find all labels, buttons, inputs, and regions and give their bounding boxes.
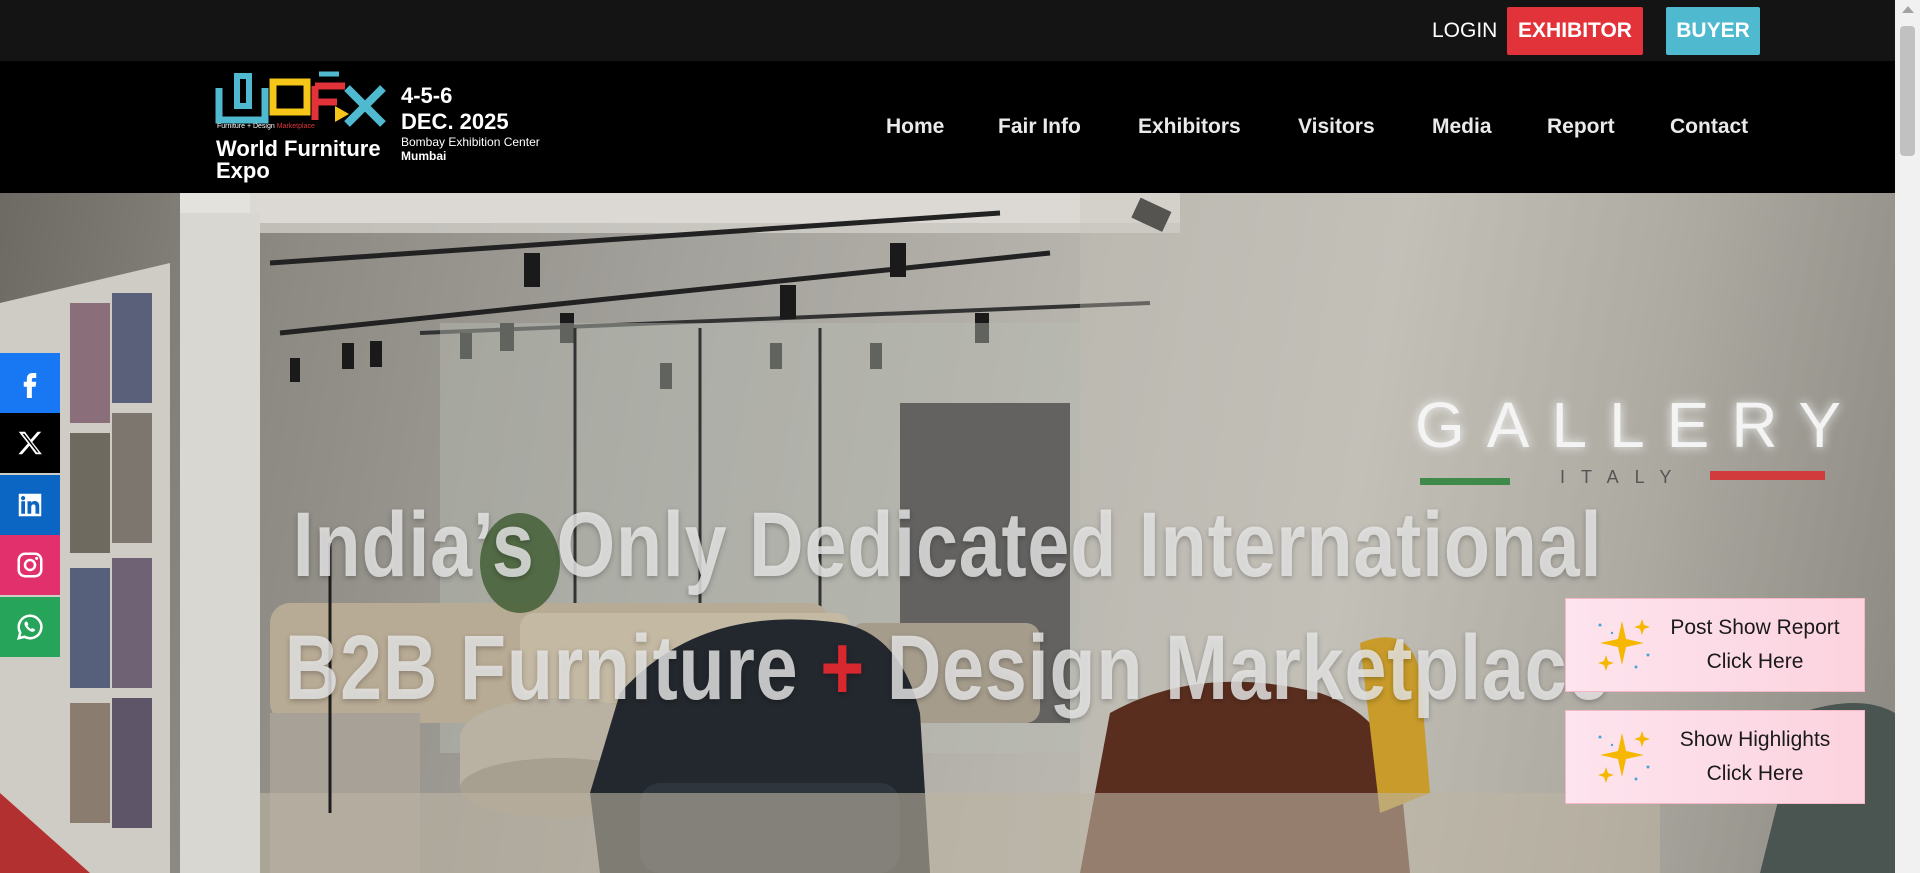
facebook-icon xyxy=(23,373,37,398)
x-share-button[interactable] xyxy=(0,413,60,473)
exhibitor-button[interactable]: EXHIBITOR xyxy=(1507,7,1643,55)
show-highlights-cta: Click Here xyxy=(1706,762,1804,785)
sparkles-icon xyxy=(1598,731,1650,783)
top-utility-bar: LOGIN EXHIBITOR BUYER xyxy=(0,0,1895,61)
sparkles-icon xyxy=(1598,619,1650,671)
whatsapp-icon xyxy=(16,614,43,641)
nav-item-media[interactable]: Media xyxy=(1432,112,1492,142)
nav-item-report[interactable]: Report xyxy=(1547,112,1615,142)
gallery-italy-subtext: ITALY xyxy=(1560,467,1688,487)
event-dates: 4-5-6 xyxy=(401,83,453,108)
hero-line2-part-b: Design Marketplace xyxy=(886,617,1611,719)
main-nav: Home Fair Info Exhibitors Visitors Media… xyxy=(0,112,1895,142)
hero-headline-line1: India’s Only Dedicated International xyxy=(292,494,1603,596)
brand-name: World Furniture Expo xyxy=(216,136,381,183)
event-city: Mumbai xyxy=(401,149,447,163)
whatsapp-share-button[interactable] xyxy=(0,597,60,657)
buyer-button[interactable]: BUYER xyxy=(1666,7,1760,55)
post-show-report-cta: Click Here xyxy=(1706,650,1804,673)
login-link[interactable]: LOGIN xyxy=(1432,17,1497,45)
nav-item-exhibitors[interactable]: Exhibitors xyxy=(1138,112,1241,142)
nav-item-home[interactable]: Home xyxy=(886,112,944,142)
linkedin-icon xyxy=(18,493,42,517)
nav-item-contact[interactable]: Contact xyxy=(1670,112,1748,142)
nav-item-visitors[interactable]: Visitors xyxy=(1298,112,1375,142)
nav-item-fair-info[interactable]: Fair Info xyxy=(998,112,1081,142)
show-highlights-card[interactable]: Show Highlights Click Here xyxy=(1565,710,1865,804)
scroll-up-arrow-icon[interactable] xyxy=(1902,6,1914,13)
post-show-report-title: Post Show Report xyxy=(1670,616,1840,639)
show-highlights-title: Show Highlights xyxy=(1679,728,1831,751)
hero-plus-sign: + xyxy=(820,617,866,719)
post-show-report-card[interactable]: Post Show Report Click Here xyxy=(1565,598,1865,692)
scrollbar-thumb[interactable] xyxy=(1900,26,1915,156)
page-scrollbar[interactable] xyxy=(1895,0,1920,873)
linkedin-share-button[interactable] xyxy=(0,475,60,535)
instagram-icon xyxy=(17,552,43,578)
hero-line2-part-a: B2B Furniture xyxy=(284,617,799,719)
facebook-share-button[interactable] xyxy=(0,353,60,413)
x-icon xyxy=(18,431,42,455)
gallery-italy-sign: GALLERY xyxy=(1415,389,1864,461)
instagram-share-button[interactable] xyxy=(0,535,60,595)
hero-headline-line2: B2B Furniture + Design Marketplace xyxy=(171,616,1725,721)
